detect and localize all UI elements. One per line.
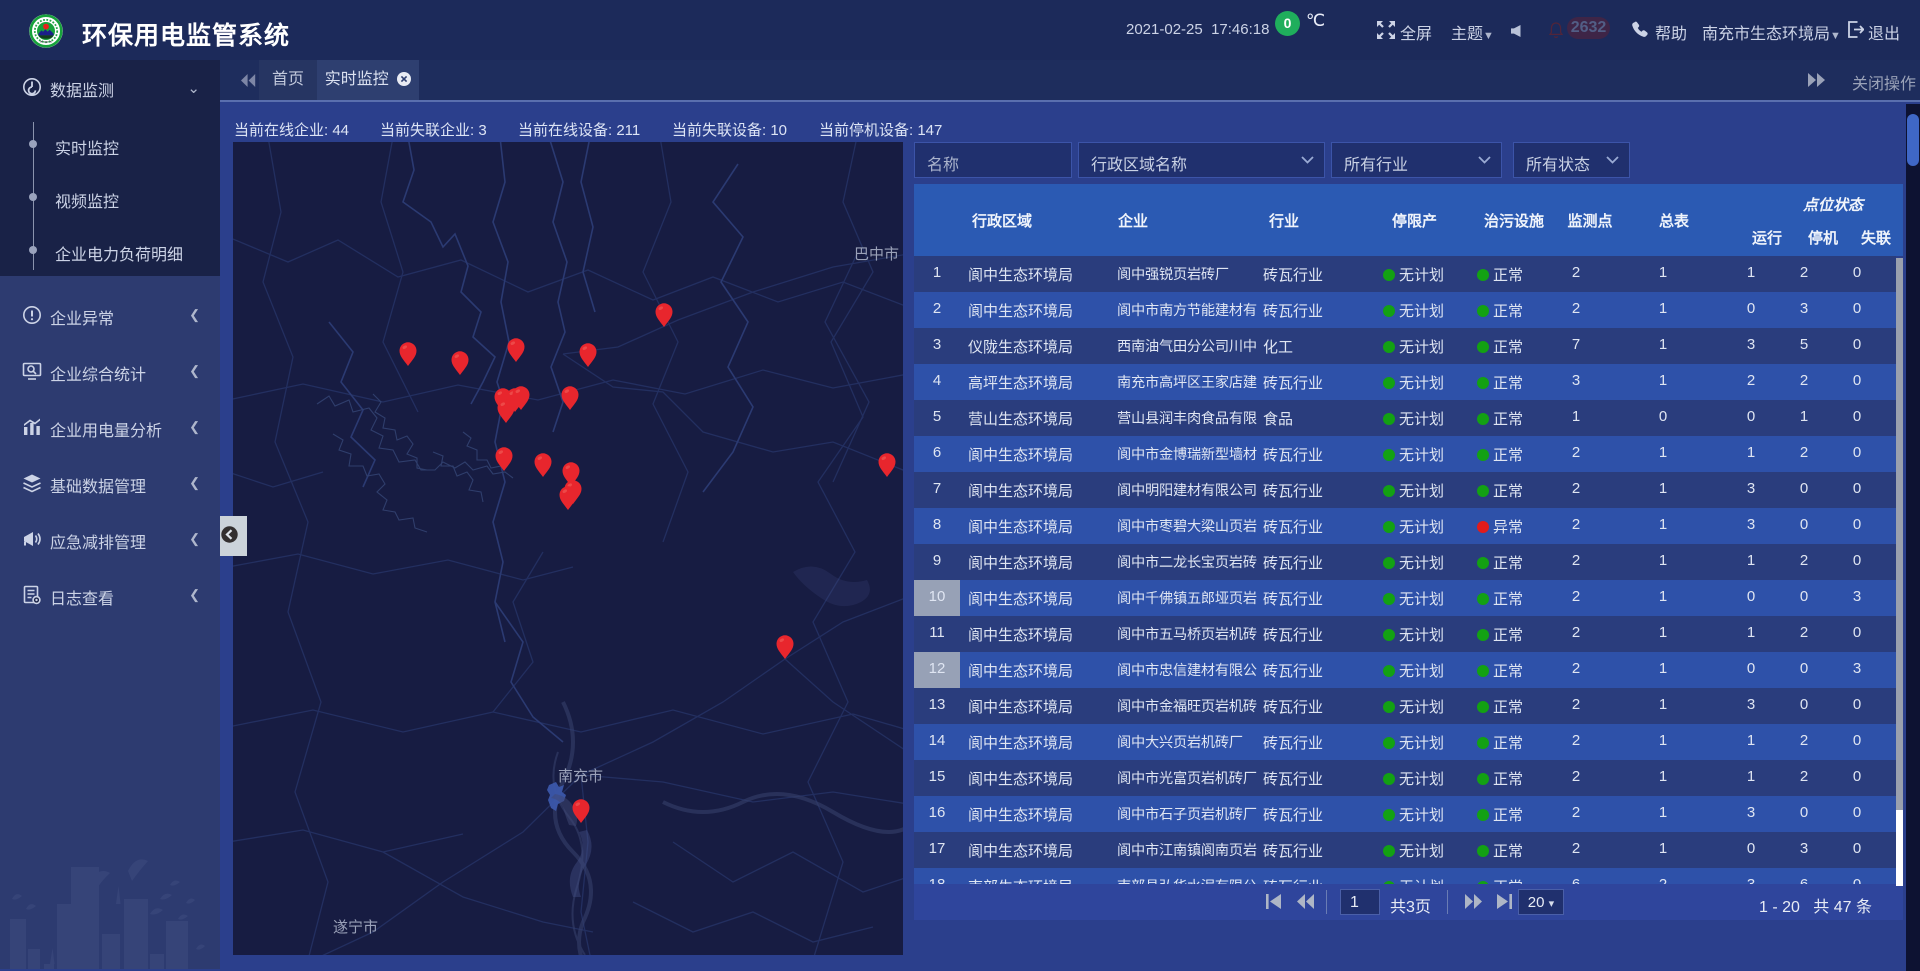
svg-text:南充市: 南充市: [558, 768, 603, 785]
svg-text:遂宁市: 遂宁市: [333, 919, 378, 936]
svg-text:巴中市: 巴中市: [854, 246, 899, 263]
